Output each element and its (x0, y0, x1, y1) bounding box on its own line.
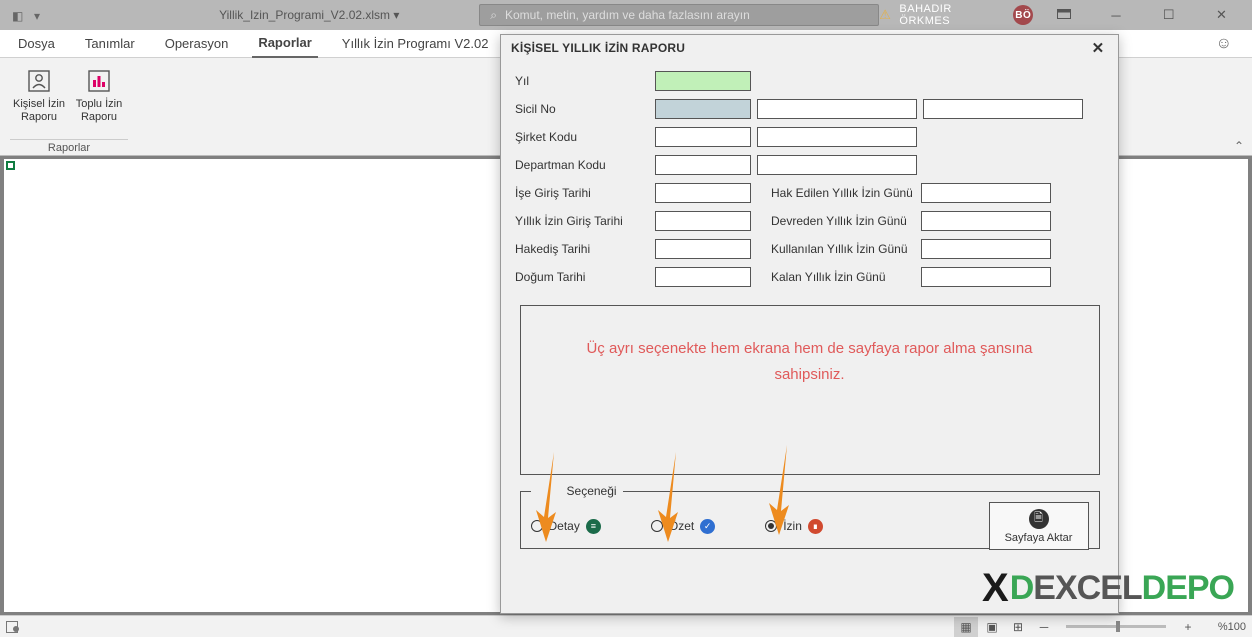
view-pagelayout-button[interactable]: ▣ (980, 617, 1004, 637)
zoom-slider[interactable] (1066, 625, 1166, 628)
minimize-button[interactable]: ─ (1094, 0, 1139, 30)
dialog-close-button[interactable]: ✕ (1088, 39, 1108, 57)
label-sicil: Sicil No (515, 102, 655, 116)
label-dogum: Doğum Tarihi (515, 270, 655, 284)
ozet-icon: ✓ (700, 519, 715, 534)
input-yil[interactable] (655, 71, 751, 91)
input-sicil[interactable] (655, 99, 751, 119)
tab-tanimlar[interactable]: Tanımlar (79, 32, 141, 57)
input-ise-giris[interactable] (655, 183, 751, 203)
info-text: Üç ayrı seçenekte hem ekrana hem de sayf… (580, 336, 1040, 387)
title-bar: ◧ ▾ Yillik_Izin_Programi_V2.02.xlsm ▾ ⌕ … (0, 0, 1252, 30)
label-devreden: Devreden Yıllık İzin Günü (751, 214, 921, 228)
tab-operasyon[interactable]: Operasyon (159, 32, 235, 57)
label-departman: Departman Kodu (515, 158, 655, 172)
input-kullanilan[interactable] (921, 239, 1051, 259)
warning-icon[interactable]: ⚠ (879, 7, 891, 23)
input-devreden[interactable] (921, 211, 1051, 231)
option-legend: S…ü Seçeneği (531, 484, 623, 498)
close-button[interactable]: ✕ (1199, 0, 1244, 30)
search-input[interactable] (505, 8, 868, 22)
input-sirket[interactable] (655, 127, 751, 147)
input-dogum[interactable] (655, 267, 751, 287)
search-icon: ⌕ (490, 8, 497, 23)
input-sicil-3[interactable] (923, 99, 1083, 119)
status-bar: ▦ ▣ ⊞ ─ + %100 (0, 615, 1252, 637)
label-yillik-giris: Yıllık İzin Giriş Tarihi (515, 214, 655, 228)
active-cell-marker (6, 161, 15, 170)
ribbon-display-button[interactable] (1041, 0, 1086, 30)
logo-text-2: DEPO (1142, 569, 1234, 608)
collapse-ribbon-icon[interactable]: ⌃ (1234, 139, 1244, 153)
radio-ozet[interactable]: Özet✓ (651, 519, 715, 534)
quick-access: ◧ ▾ (0, 9, 149, 21)
feedback-icon[interactable]: ☺ (1216, 35, 1232, 57)
input-hakedis[interactable] (655, 239, 751, 259)
btn-label: Raporu (21, 111, 57, 124)
label-hak-edilen: Hak Edilen Yıllık İzin Günü (751, 186, 921, 200)
export-icon: 🗎 (1029, 509, 1049, 529)
dialog-titlebar[interactable]: KİŞİSEL YILLIK İZİN RAPORU ✕ (501, 35, 1118, 61)
input-sicil-2[interactable] (757, 99, 917, 119)
tab-program[interactable]: Yıllık İzin Programı V2.02 (336, 32, 495, 57)
view-option-group: S…ü Seçeneği Detay≡ Özet✓ İzin∎ 🗎 Sayfay… (520, 491, 1100, 549)
kisisel-izin-raporu-button[interactable]: Kişisel İzin Raporu (10, 64, 68, 125)
macro-record-icon[interactable] (6, 621, 20, 633)
export-button[interactable]: 🗎 Sayfaya Aktar (989, 502, 1089, 550)
label-sirket: Şirket Kodu (515, 130, 655, 144)
bulk-report-icon (84, 66, 114, 96)
izin-icon: ∎ (808, 519, 823, 534)
input-hak-edilen[interactable] (921, 183, 1051, 203)
report-dialog: KİŞİSEL YILLIK İZİN RAPORU ✕ Yıl Sicil N… (500, 34, 1119, 614)
dropdown-icon[interactable]: ▾ (34, 9, 46, 21)
radio-izin[interactable]: İzin∎ (765, 519, 823, 534)
input-departman[interactable] (655, 155, 751, 175)
label-yil: Yıl (515, 74, 655, 88)
user-area: ⚠ BAHADIR ÖRKMES BÖ ─ ☐ ✕ (879, 0, 1252, 30)
ribbon-group-label: Raporlar (10, 139, 128, 154)
label-hakedis: Hakediş Tarihi (515, 242, 655, 256)
search-box[interactable]: ⌕ (479, 4, 879, 26)
zoom-level[interactable]: %100 (1202, 621, 1246, 633)
detay-icon: ≡ (586, 519, 601, 534)
user-avatar[interactable]: BÖ (1013, 5, 1033, 25)
tab-raporlar[interactable]: Raporlar (252, 31, 317, 58)
btn-label: Toplu İzin (76, 98, 122, 111)
logo-d: D (1010, 569, 1034, 608)
btn-label: Raporu (81, 111, 117, 124)
label-ise-giris: İşe Giriş Tarihi (515, 186, 655, 200)
input-departman-2[interactable] (757, 155, 917, 175)
view-pagebreak-button[interactable]: ⊞ (1006, 617, 1030, 637)
maximize-button[interactable]: ☐ (1147, 0, 1192, 30)
label-kullanilan: Kullanılan Yıllık İzin Günü (751, 242, 921, 256)
input-yillik-giris[interactable] (655, 211, 751, 231)
person-report-icon (24, 66, 54, 96)
toplu-izin-raporu-button[interactable]: Toplu İzin Raporu (70, 64, 128, 125)
info-box: Üç ayrı seçenekte hem ekrana hem de sayf… (520, 305, 1100, 475)
input-sirket-2[interactable] (757, 127, 917, 147)
logo-text-1: EXCEL (1033, 569, 1141, 608)
label-kalan: Kalan Yıllık İzin Günü (751, 270, 921, 284)
user-name: BAHADIR ÖRKMES (899, 3, 1005, 27)
zoom-in-button[interactable]: + (1176, 617, 1200, 637)
ribbon-group-raporlar: Kişisel İzin Raporu Toplu İzin Raporu Ra… (10, 64, 128, 154)
tab-dosya[interactable]: Dosya (12, 32, 61, 57)
radio-detay[interactable]: Detay≡ (531, 519, 601, 534)
zoom-out-button[interactable]: ─ (1032, 617, 1056, 637)
file-name[interactable]: Yillik_Izin_Programi_V2.02.xlsm ▾ (149, 8, 469, 22)
view-normal-button[interactable]: ▦ (954, 617, 978, 637)
logo-x: X (982, 566, 1008, 611)
brand-logo: X D EXCEL DEPO (982, 566, 1234, 611)
input-kalan[interactable] (921, 267, 1051, 287)
autosave-icon: ◧ (12, 9, 24, 21)
dialog-title: KİŞİSEL YILLIK İZİN RAPORU (511, 41, 685, 55)
btn-label: Kişisel İzin (13, 98, 65, 111)
